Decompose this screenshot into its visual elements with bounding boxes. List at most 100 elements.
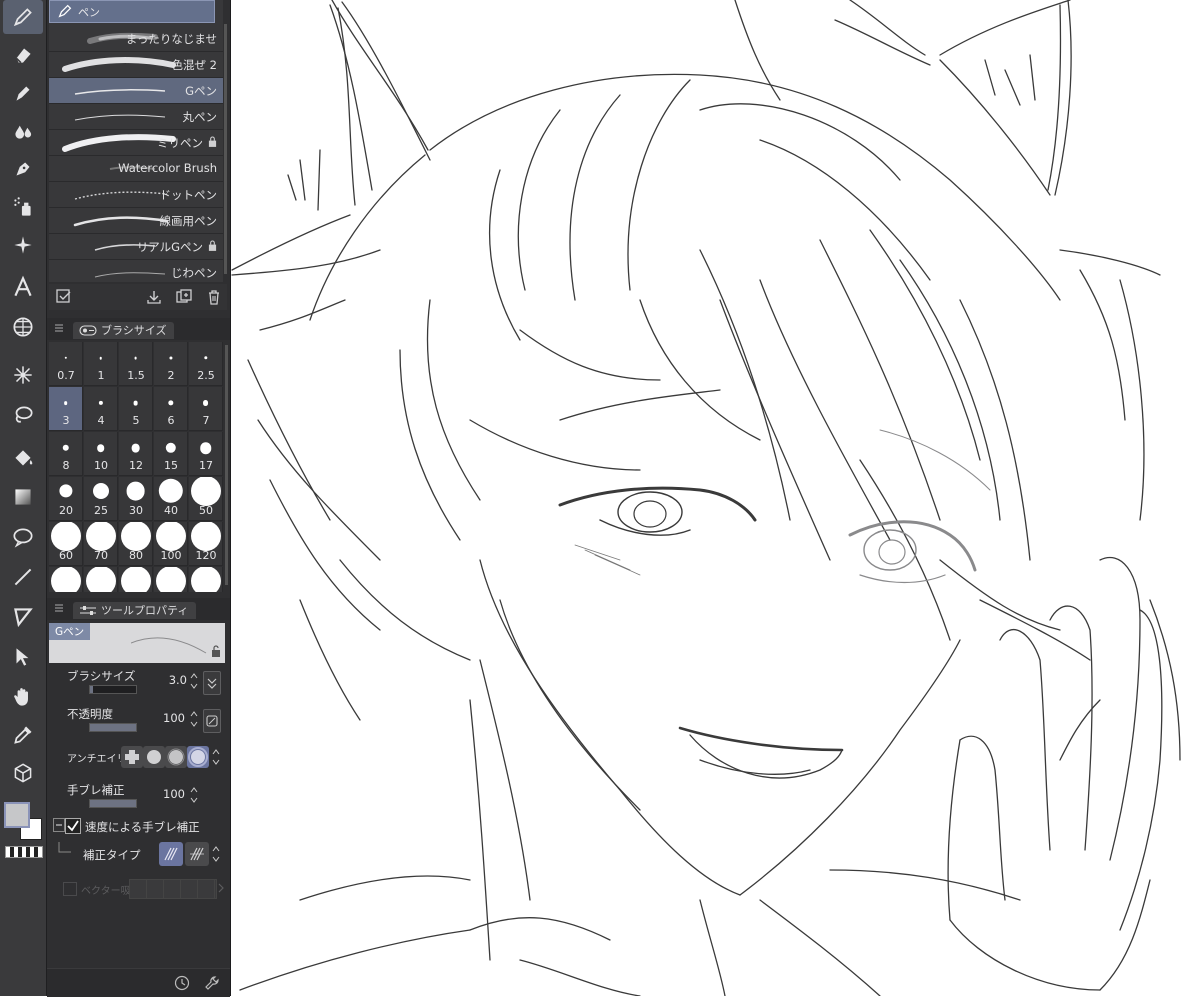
brush-item-dot-pen[interactable]: ドットペン <box>49 182 223 208</box>
brush-size-cell[interactable]: 1 <box>84 342 118 386</box>
tab-brush-size[interactable]: ブラシサイズ <box>73 322 175 339</box>
brush-size-cell[interactable]: 5 <box>119 387 153 431</box>
brush-size-cell[interactable]: 150 <box>49 567 83 592</box>
eyedropper-tool-button[interactable] <box>3 718 43 752</box>
auto-select-tool-button[interactable] <box>3 358 43 392</box>
brush-size-cell[interactable]: 4 <box>84 387 118 431</box>
panel-menu-icon[interactable] <box>55 324 63 332</box>
spinner-arrows-icon[interactable] <box>189 784 199 806</box>
eraser-tool-button[interactable] <box>3 38 43 72</box>
brush-size-cell[interactable]: 15 <box>154 432 188 476</box>
marker-tool-button[interactable] <box>3 76 43 110</box>
brush-size-cell[interactable]: 120 <box>189 522 223 566</box>
speed-stabilization-checkbox[interactable] <box>65 818 81 834</box>
drawing-canvas[interactable] <box>231 0 1200 996</box>
sub-tool-settings-icon[interactable] <box>55 288 73 306</box>
reset-clock-icon[interactable] <box>173 974 191 992</box>
antialias-none-option[interactable] <box>121 746 143 768</box>
airbrush-pen-tool-button[interactable] <box>3 152 43 186</box>
brush-item-lineart-pen[interactable]: 線画用ペン <box>49 208 223 234</box>
fill-tool-button[interactable] <box>3 442 43 476</box>
brush-item-maru-pen[interactable]: 丸ペン <box>49 104 223 130</box>
antialias-weak-option[interactable] <box>143 746 165 768</box>
marker-icon <box>16 86 30 101</box>
tool-property-panel-header: ツールプロパティ <box>47 598 230 620</box>
watercolor-tool-button[interactable] <box>3 114 43 148</box>
brush-size-cell[interactable]: 10 <box>84 432 118 476</box>
brush-size-cell[interactable]: 1.5 <box>119 342 153 386</box>
opacity-settings-button[interactable] <box>203 709 221 733</box>
brush-size-slider[interactable] <box>89 685 137 694</box>
figure-grid-tool-button[interactable] <box>3 310 43 344</box>
spinner-arrows-icon[interactable] <box>189 708 199 730</box>
brush-size-cell[interactable]: 60 <box>49 522 83 566</box>
duplicate-icon[interactable] <box>175 288 193 306</box>
brush-size-cell[interactable]: 7 <box>189 387 223 431</box>
brush-size-cell[interactable]: 300 <box>189 567 223 592</box>
brush-size-cell[interactable]: 40 <box>154 477 188 521</box>
spinner-arrows-icon[interactable] <box>211 746 221 768</box>
brush-item-mattari[interactable]: まったりなじませ <box>49 26 223 52</box>
object-select-tool-button[interactable] <box>3 640 43 674</box>
opacity-slider[interactable] <box>89 723 137 732</box>
brush-size-cell[interactable]: 200 <box>119 567 153 592</box>
brush-size-cell[interactable]: 50 <box>189 477 223 521</box>
panel-menu-icon[interactable] <box>55 604 63 612</box>
brush-list-scrollbar[interactable] <box>224 24 227 274</box>
unlock-icon[interactable] <box>211 645 221 657</box>
brush-size-cell[interactable]: 70 <box>84 522 118 566</box>
brush-size-cell[interactable]: 2 <box>154 342 188 386</box>
brush-item-watercolor-brush[interactable]: Watercolor Brush <box>49 156 223 182</box>
frame-border-tool-button[interactable] <box>3 600 43 634</box>
brush-size-cell[interactable]: 6 <box>154 387 188 431</box>
brush-size-cell[interactable]: 3 <box>49 387 83 431</box>
antialias-medium-option[interactable] <box>165 746 187 768</box>
tab-tool-property[interactable]: ツールプロパティ <box>73 602 197 619</box>
correction-type-b-option[interactable] <box>185 842 209 866</box>
spinner-arrows-icon[interactable] <box>189 670 199 692</box>
collapse-minus-icon[interactable] <box>53 818 65 832</box>
stabilization-slider[interactable] <box>89 799 137 808</box>
main-color-swatch[interactable] <box>4 802 30 828</box>
balloon-tool-button[interactable] <box>3 520 43 554</box>
decoration-tool-button[interactable] <box>3 228 43 262</box>
brush-size-cell[interactable]: 25 <box>84 477 118 521</box>
import-icon[interactable] <box>145 288 163 306</box>
correction-type-a-option[interactable] <box>159 842 183 866</box>
brush-item-g-pen[interactable]: Gペン <box>49 78 223 104</box>
vector-magnet-checkbox[interactable] <box>63 882 77 896</box>
brush-size-cell[interactable]: 100 <box>154 522 188 566</box>
brush-size-cell[interactable]: 20 <box>49 477 83 521</box>
antialias-strong-option[interactable] <box>187 746 209 768</box>
line-tool-button[interactable] <box>3 560 43 594</box>
transparent-color-toggle[interactable] <box>5 846 43 858</box>
3d-tool-button[interactable] <box>3 756 43 790</box>
spray-tool-button[interactable] <box>3 190 43 224</box>
text-tool-button[interactable] <box>3 270 43 304</box>
chevron-right-icon[interactable] <box>217 882 225 894</box>
gradient-tool-button[interactable] <box>3 480 43 514</box>
hand-tool-button[interactable] <box>3 680 43 714</box>
brush-size-cell[interactable]: 30 <box>119 477 153 521</box>
brush-size-cell[interactable]: 250 <box>154 567 188 592</box>
brush-size-scrollbar[interactable] <box>225 345 228 585</box>
brush-item-milli-pen[interactable]: ミリペン <box>49 130 223 156</box>
sub-tool-group-pen[interactable]: ペン <box>49 0 215 23</box>
vector-magnet-options[interactable] <box>129 879 217 899</box>
brush-item-jiwa-pen[interactable]: じわペン <box>49 260 223 282</box>
brush-size-cell[interactable]: 12 <box>119 432 153 476</box>
wrench-icon[interactable] <box>203 974 221 992</box>
brush-item-color-mix-2[interactable]: 色混ぜ 2 <box>49 52 223 78</box>
brush-item-real-g-pen[interactable]: リアルGペン <box>49 234 223 260</box>
brush-size-cell[interactable]: 17 <box>189 432 223 476</box>
brush-size-cell[interactable]: 0.7 <box>49 342 83 386</box>
brush-size-cell[interactable]: 2.5 <box>189 342 223 386</box>
trash-icon[interactable] <box>205 288 223 306</box>
brush-size-cell[interactable]: 80 <box>119 522 153 566</box>
spinner-arrows-icon[interactable] <box>211 843 221 865</box>
pressure-settings-button[interactable] <box>203 671 221 695</box>
pen-tool-button[interactable] <box>3 0 43 34</box>
brush-size-cell[interactable]: 170 <box>84 567 118 592</box>
lasso-select-tool-button[interactable] <box>3 398 43 432</box>
brush-size-cell[interactable]: 8 <box>49 432 83 476</box>
